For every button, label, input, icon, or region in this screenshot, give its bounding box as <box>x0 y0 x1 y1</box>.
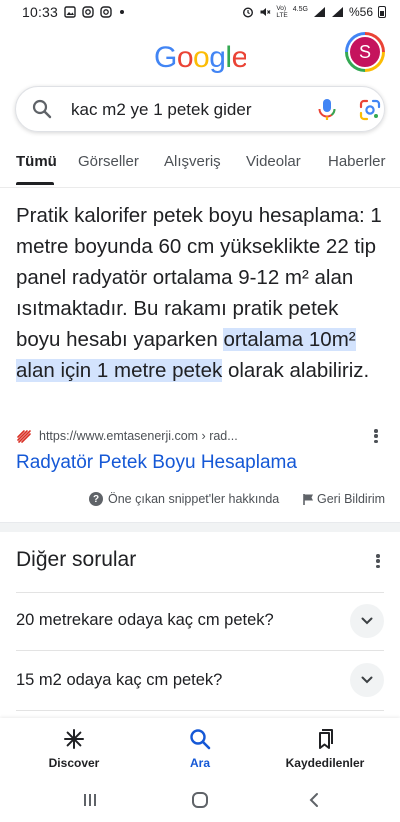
header: Google <box>0 32 400 82</box>
battery-icon <box>378 6 386 18</box>
discover-asterisk-icon <box>64 729 84 749</box>
related-question-1[interactable]: 20 metrekare odaya kaç cm petek? <box>16 611 274 630</box>
tab-videos[interactable]: Videolar <box>246 153 301 170</box>
related-questions-title: Diğer sorular <box>16 548 137 571</box>
status-time: 10:33 <box>22 4 59 20</box>
tab-shopping[interactable]: Alışveriş <box>164 153 221 170</box>
bottom-nav: Discover Ara Kaydedilenler <box>0 718 400 778</box>
back-icon[interactable] <box>302 788 326 812</box>
microphone-icon[interactable] <box>316 98 338 122</box>
svg-text:Google: Google <box>154 41 246 74</box>
divider <box>16 710 384 711</box>
search-input[interactable] <box>71 87 301 133</box>
source-url: https://www.emtasenerji.com › rad... <box>39 429 238 443</box>
nav-saved[interactable]: Kaydedilenler <box>265 728 385 770</box>
section-divider <box>0 522 400 532</box>
related-question-2[interactable]: 15 m2 odaya kaç cm petek? <box>16 671 222 690</box>
chevron-down-icon[interactable] <box>350 604 384 638</box>
result-title-link[interactable]: Radyatör Petek Boyu Hesaplama <box>16 452 297 474</box>
result-more-options-icon[interactable] <box>368 427 384 445</box>
result-source[interactable]: https://www.emtasenerji.com › rad... <box>16 426 384 446</box>
more-notifications-dot <box>120 10 125 14</box>
google-logo[interactable]: Google <box>154 41 246 75</box>
status-bar: 10:33 Vo) LTE 4.5G %56 <box>0 0 400 24</box>
google-lens-icon[interactable] <box>359 99 381 121</box>
search-tabs: Tümü Görseller Alışveriş Videolar Haberl… <box>0 148 400 188</box>
gallery-notification-icon <box>64 6 76 18</box>
divider <box>16 592 384 593</box>
instagram-icon <box>82 6 94 18</box>
search-box[interactable] <box>15 86 385 133</box>
related-questions-more-icon[interactable] <box>370 552 386 570</box>
chevron-down-icon[interactable] <box>350 663 384 697</box>
about-snippets-link[interactable]: ? Öne çıkan snippet'ler hakkında <box>89 492 279 506</box>
featured-snippet-text: Pratik kalorifer petek boyu hesaplama: 1… <box>16 204 382 382</box>
signal-icon <box>313 7 325 17</box>
signal-gen-indicator: 4.5G <box>292 5 308 13</box>
tab-images[interactable]: Görseller <box>78 153 139 170</box>
account-avatar[interactable]: S <box>345 32 385 72</box>
battery-percent: %56 <box>348 5 373 19</box>
instagram-icon <box>100 6 112 18</box>
active-tab-indicator <box>16 182 54 185</box>
network-indicator: Vo) LTE <box>276 5 288 19</box>
recent-apps-icon[interactable] <box>78 788 102 812</box>
mute-icon <box>260 8 271 16</box>
feedback-link[interactable]: Geri Bildirim <box>302 492 385 506</box>
nav-search[interactable]: Ara <box>140 728 260 770</box>
tab-all[interactable]: Tümü <box>16 153 57 170</box>
bookmarks-icon <box>319 729 333 749</box>
nav-discover[interactable]: Discover <box>14 728 134 770</box>
flag-icon <box>303 493 313 505</box>
signal-icon <box>331 7 343 17</box>
divider <box>16 650 384 651</box>
search-icon <box>190 729 211 750</box>
search-icon <box>32 99 52 119</box>
snippet-footer: ? Öne çıkan snippet'ler hakkında Geri Bi… <box>0 492 400 512</box>
help-icon: ? <box>89 492 103 506</box>
home-icon[interactable] <box>188 788 212 812</box>
tab-news[interactable]: Haberler <box>328 153 386 170</box>
alarm-icon <box>243 7 254 18</box>
site-favicon-icon <box>17 429 31 443</box>
avatar-initial: S <box>348 35 382 69</box>
system-nav-bar <box>0 778 400 822</box>
